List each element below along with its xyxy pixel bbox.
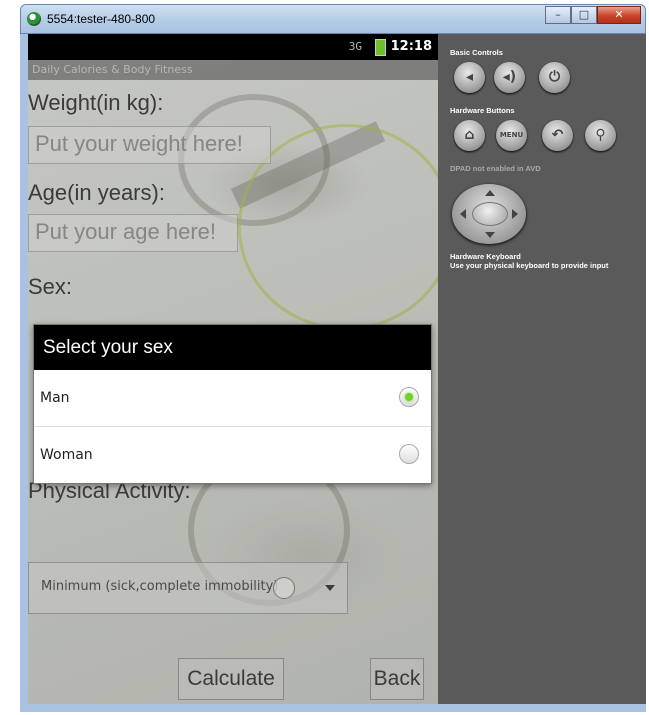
dpad-center-icon[interactable] bbox=[472, 202, 508, 226]
status-time: 12:18 bbox=[390, 39, 432, 54]
minimize-button[interactable]: – bbox=[545, 6, 571, 24]
search-icon[interactable]: ⚲ bbox=[585, 120, 616, 151]
emulator-app-icon bbox=[27, 12, 41, 26]
option-label: Woman bbox=[40, 447, 93, 463]
dpad-left-icon[interactable] bbox=[460, 209, 466, 219]
radio-dot bbox=[405, 393, 413, 401]
volume-down-icon[interactable]: ◂ bbox=[454, 62, 485, 93]
back-icon[interactable]: ↶ bbox=[542, 120, 573, 151]
window-titlebar[interactable]: 5554:tester-480-800 – □ ✕ bbox=[20, 4, 646, 34]
power-icon[interactable]: ⏻ bbox=[539, 62, 570, 93]
radio-selected-icon[interactable] bbox=[399, 387, 419, 407]
volume-up-icon[interactable]: ◂) bbox=[494, 62, 525, 93]
status-bar: 3G 12:18 bbox=[28, 34, 438, 60]
window-title: 5554:tester-480-800 bbox=[47, 12, 156, 26]
maximize-button[interactable]: □ bbox=[571, 6, 597, 24]
battery-icon bbox=[375, 39, 386, 56]
device-screen: 3G 12:18 Daily Calories & Body Fitness W… bbox=[28, 34, 438, 704]
basic-controls-label: Basic Controls bbox=[450, 48, 503, 57]
dpad-down-icon[interactable] bbox=[485, 232, 495, 238]
dialog-option-man[interactable]: Man bbox=[34, 370, 431, 427]
emulator-frame: 3G 12:18 Daily Calories & Body Fitness W… bbox=[20, 34, 646, 712]
emulator-window: 5554:tester-480-800 – □ ✕ 3G 12:18 Daily… bbox=[20, 4, 646, 712]
option-label: Man bbox=[40, 390, 70, 406]
dpad-icon[interactable] bbox=[452, 184, 526, 244]
dpad-right-icon[interactable] bbox=[512, 209, 518, 219]
sex-dialog: Select your sex Man Woman bbox=[33, 324, 432, 484]
dialog-option-woman[interactable]: Woman bbox=[34, 427, 431, 483]
dpad-up-icon[interactable] bbox=[485, 190, 495, 196]
hardware-buttons-label: Hardware Buttons bbox=[450, 106, 515, 115]
close-button[interactable]: ✕ bbox=[597, 6, 641, 24]
menu-icon[interactable]: MENU bbox=[496, 120, 527, 151]
window-buttons: – □ ✕ bbox=[545, 6, 641, 25]
signal-icon: 3G bbox=[348, 40, 362, 53]
home-icon[interactable]: ⌂ bbox=[454, 120, 485, 151]
emulator-controls-panel: Basic Controls ◂ ◂) ⏻ Hardware Buttons ⌂… bbox=[438, 34, 646, 704]
keyboard-note: Use your physical keyboard to provide in… bbox=[450, 261, 609, 270]
dpad-note: DPAD not enabled in AVD bbox=[450, 164, 541, 173]
radio-unselected-icon[interactable] bbox=[399, 444, 419, 464]
keyboard-title: Hardware Keyboard bbox=[450, 252, 521, 261]
dialog-title: Select your sex bbox=[34, 325, 431, 370]
